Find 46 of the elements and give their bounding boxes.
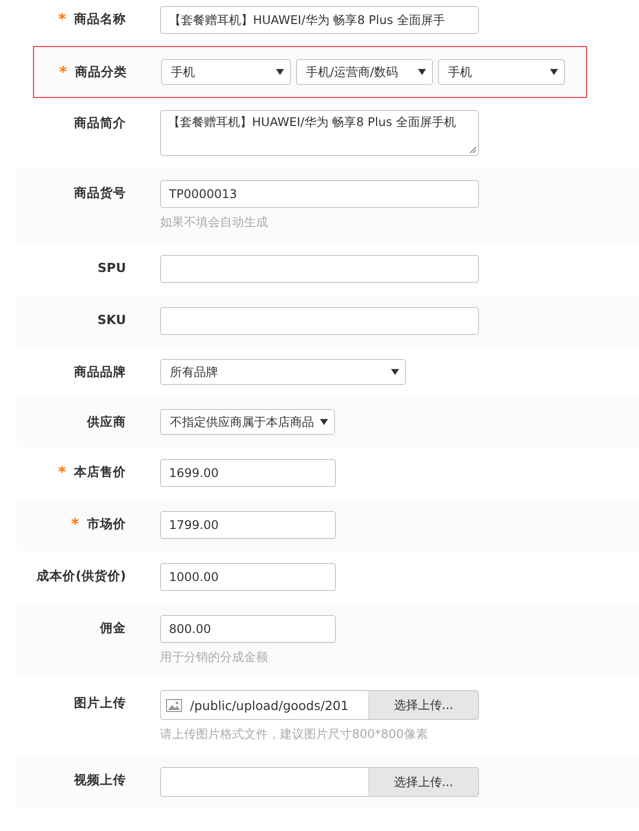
- field-label: 图片上传: [74, 695, 126, 711]
- field-label: 供应商: [87, 414, 126, 430]
- text-field[interactable]: 【套餐赠耳机】HUAWEI/华为 畅享8 Plus 全面屏手: [160, 6, 479, 34]
- select-dropdown[interactable]: 手机: [161, 59, 291, 85]
- select-dropdown[interactable]: 不指定供应商属于本店商品: [160, 409, 335, 435]
- field-label: 本店售价: [74, 464, 126, 480]
- field-hint: 用于分销的分成金额: [160, 649, 268, 666]
- caret-icon: [391, 369, 399, 375]
- field-label: 商品分类: [75, 64, 127, 80]
- text-field[interactable]: [160, 255, 479, 283]
- resize-grip-icon: [469, 146, 476, 153]
- text-field[interactable]: 800.00: [160, 615, 336, 643]
- text-field[interactable]: 1699.00: [160, 459, 336, 487]
- field-label: 商品简介: [74, 115, 126, 131]
- image-icon: [166, 698, 182, 712]
- field-label: 佣金: [100, 620, 126, 636]
- field-label: 商品品牌: [74, 364, 126, 380]
- select-dropdown[interactable]: 手机/运营商/数码: [296, 59, 433, 85]
- select-dropdown[interactable]: 所有品牌: [160, 359, 406, 385]
- required-mark: *: [59, 64, 67, 80]
- field-label: 市场价: [87, 516, 126, 532]
- upload-field[interactable]: /public/upload/goods/201 选择上传...: [160, 690, 479, 720]
- text-field[interactable]: 1799.00: [160, 511, 336, 539]
- field-label: 成本价(供货价): [36, 568, 126, 584]
- select-dropdown[interactable]: 手机: [438, 59, 565, 85]
- field-hint: 请上传图片格式文件，建议图片尺寸800*800像素: [160, 726, 428, 743]
- text-field[interactable]: 1000.00: [160, 563, 336, 591]
- caret-icon: [276, 69, 284, 75]
- field-label: SPU: [98, 260, 126, 276]
- field-label: 商品货号: [74, 185, 126, 201]
- field-label: SKU: [97, 312, 126, 328]
- textarea-field[interactable]: 【套餐赠耳机】HUAWEI/华为 畅享8 Plus 全面屏手机: [160, 110, 479, 156]
- choose-upload-button[interactable]: 选择上传...: [368, 768, 478, 796]
- caret-icon: [418, 69, 426, 75]
- required-mark: *: [58, 464, 66, 480]
- caret-icon: [550, 69, 558, 75]
- caret-icon: [320, 419, 328, 425]
- text-field[interactable]: [160, 307, 479, 335]
- text-field[interactable]: TP0000013: [160, 180, 479, 208]
- field-label: 视频上传: [74, 772, 126, 788]
- upload-field[interactable]: 选择上传...: [160, 767, 479, 797]
- required-mark: *: [71, 516, 79, 532]
- field-hint: 如果不填会自动生成: [160, 214, 268, 231]
- field-label: 商品名称: [74, 11, 126, 27]
- choose-upload-button[interactable]: 选择上传...: [368, 691, 478, 719]
- required-mark: *: [58, 11, 66, 27]
